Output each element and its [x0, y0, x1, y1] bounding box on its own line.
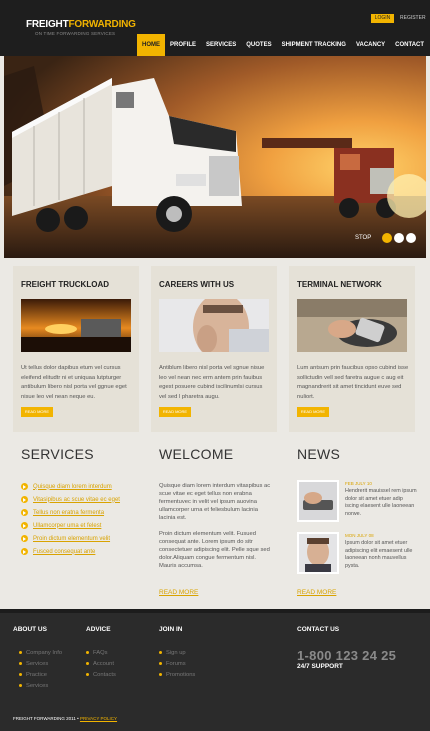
nav-shipment-tracking[interactable]: SHIPMENT TRACKING [277, 34, 351, 56]
nav-quotes[interactable]: QUOTES [241, 34, 276, 56]
footer-link[interactable]: FAQs [86, 647, 116, 658]
service-link[interactable]: Vitasipibus ac scue vitae ec eget [21, 493, 120, 506]
site-footer [0, 613, 430, 731]
service-label: Tellus non eratna fermenta [33, 509, 105, 516]
footer-heading: ABOUT US [13, 626, 47, 633]
news-read-more-link[interactable]: READ MORE [297, 589, 336, 596]
box-text: Antiblum libero nisl porta vel sgnue nis… [159, 365, 265, 400]
footer-heading: JOIN IN [159, 626, 183, 633]
site-logo[interactable]: FREIGHTFORWARDING [26, 19, 136, 30]
footer-about: ABOUT US Company Info Services Practice … [13, 626, 62, 691]
box-text: Lum antsum prin faucibus opso cubind iss… [297, 365, 409, 400]
box-text: Ut tellus dolor dapibus etum vel cursus … [21, 365, 127, 400]
box-title: TERMINAL NETWORK [297, 280, 382, 289]
footer-link[interactable]: Forums [159, 658, 195, 669]
news-text: Hendrerit mauissel rem ipsum dolor sit a… [345, 488, 417, 517]
site-header: FREIGHTFORWARDING ON TIME FORWARDING SER… [0, 0, 430, 56]
service-label: Quisque diam lorem interdum [33, 483, 112, 490]
footer-link[interactable]: Contacts [86, 669, 116, 680]
services-list: Quisque diam lorem interdum Vitasipibus … [21, 480, 120, 558]
service-link[interactable]: Tellus non eratna fermenta [21, 506, 120, 519]
service-link[interactable]: Quisque diam lorem interdum [21, 480, 120, 493]
register-link[interactable]: REGISTER [400, 14, 426, 23]
box-thumb-image [159, 299, 269, 352]
footer-contact: CONTACT US [297, 626, 339, 647]
nav-home[interactable]: HOME [137, 34, 165, 56]
news-thumb-image [297, 532, 339, 574]
footer-join: JOIN IN Sign up Forums Promotions [159, 626, 195, 680]
copyright-text: FREIGHT FORWARDING 2011 • [13, 716, 79, 721]
hero-slider: STOP [4, 56, 426, 258]
footer-link[interactable]: Company Info [13, 647, 62, 658]
nav-services[interactable]: SERVICES [201, 34, 241, 56]
logo-part2: FORWARDING [68, 19, 136, 30]
box-thumb-image [21, 299, 131, 352]
footer-link[interactable]: Promotions [159, 669, 195, 680]
nav-contact[interactable]: CONTACT [390, 34, 429, 56]
contact-phone: 1-800 123 24 25 [297, 648, 397, 663]
contact-support: 24/7 SUPPORT [297, 663, 343, 670]
service-label: Ullamcorper uma et felest [33, 522, 102, 529]
nav-vacancy[interactable]: VACANCY [351, 34, 390, 56]
welcome-text: Quisque diam lorem interdum vitaspibus a… [159, 482, 271, 570]
welcome-paragraph-2: Proin dictum elementum velit. Fusued con… [159, 531, 270, 569]
hero-trucks-image [4, 56, 426, 258]
slider-dot-1[interactable] [382, 233, 392, 243]
box-title: CAREERS WITH US [159, 280, 235, 289]
footer-heading: CONTACT US [297, 626, 340, 633]
main-nav: HOME PROFILE SERVICES QUOTES SHIPMENT TR… [137, 34, 429, 56]
news-item: MON JULY 08 Ipsum dolor sit amet etuer a… [297, 532, 415, 576]
service-link[interactable]: Ullamcorper uma et felest [21, 519, 120, 532]
copyright: FREIGHT FORWARDING 2011 • PRIVACY POLICY [13, 716, 117, 721]
read-more-button[interactable]: READ MORE [297, 407, 329, 417]
footer-link[interactable]: Services [13, 680, 62, 691]
feature-box-careers: CAREERS WITH US Antiblum libero nisl por… [151, 266, 277, 432]
news-title: NEWS [297, 446, 341, 462]
slider-stop-label[interactable]: STOP [355, 235, 371, 241]
service-label: Vitasipibus ac scue vitae ec eget [33, 496, 120, 503]
welcome-paragraph-1: Quisque diam lorem interdum vitaspibus a… [159, 483, 271, 521]
login-button[interactable]: LOGIN [371, 14, 394, 23]
site-tagline: ON TIME FORWARDING SERVICES [35, 31, 116, 36]
footer-link[interactable]: Sign up [159, 647, 195, 658]
box-thumb-image [297, 299, 407, 352]
service-label: Proin dictum elementum velit [33, 535, 111, 542]
read-more-button[interactable]: READ MORE [159, 407, 191, 417]
arrow-icon [21, 509, 28, 516]
footer-link[interactable]: Services [13, 658, 62, 669]
feature-box-terminal: TERMINAL NETWORK Lum antsum prin faucibu… [289, 266, 415, 432]
logo-part1: FREIGHT [26, 19, 69, 30]
welcome-title: WELCOME [159, 446, 234, 462]
service-label: Fusced consequat ante [33, 548, 96, 555]
arrow-icon [21, 496, 28, 503]
slider-dot-2[interactable] [394, 233, 404, 243]
news-date: MON JULY 08 [345, 533, 374, 538]
news-thumb-image [297, 480, 339, 522]
footer-heading: ADVICE [86, 626, 111, 633]
box-title: FREIGHT TRUCKLOAD [21, 280, 109, 289]
news-date: FEB JULY 10 [345, 481, 372, 486]
footer-link[interactable]: Practice [13, 669, 62, 680]
arrow-icon [21, 522, 28, 529]
arrow-icon [21, 548, 28, 555]
footer-link[interactable]: Account [86, 658, 116, 669]
footer-advice: ADVICE FAQs Account Contacts [86, 626, 116, 680]
arrow-icon [21, 535, 28, 542]
slider-dot-3[interactable] [406, 233, 416, 243]
services-title: SERVICES [21, 446, 94, 462]
news-text: Ipsum dolor sit amet etuer adipiscing el… [345, 540, 413, 569]
feature-box-freight: FREIGHT TRUCKLOAD Ut tellus dolor dapibu… [13, 266, 139, 432]
arrow-icon [21, 483, 28, 490]
news-item: FEB JULY 10 Hendrerit mauissel rem ipsum… [297, 480, 417, 524]
nav-profile[interactable]: PROFILE [165, 34, 201, 56]
privacy-policy-link[interactable]: PRIVACY POLICY [80, 716, 117, 721]
welcome-read-more-link[interactable]: READ MORE [159, 589, 198, 596]
read-more-button[interactable]: READ MORE [21, 407, 53, 417]
service-link[interactable]: Proin dictum elementum velit [21, 532, 120, 545]
service-link[interactable]: Fusced consequat ante [21, 545, 120, 558]
